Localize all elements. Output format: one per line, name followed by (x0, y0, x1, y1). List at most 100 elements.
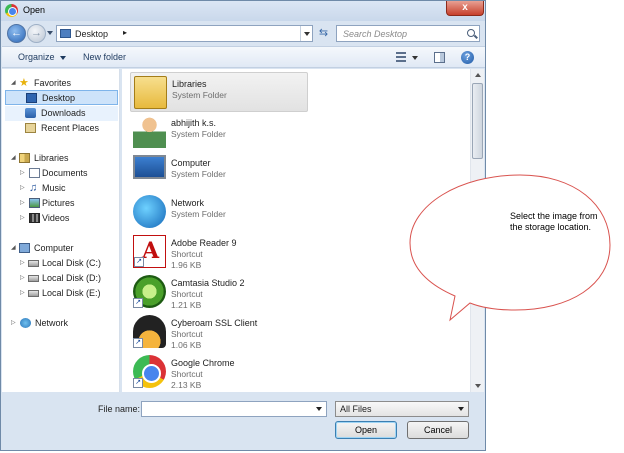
nav-label: Local Disk (E:) (42, 288, 101, 298)
file-size: 2.13 KB (171, 380, 202, 390)
hard-disk-icon (28, 275, 39, 282)
change-view-icon[interactable] (396, 52, 406, 62)
expand-arrow-icon[interactable]: ▷ (20, 289, 25, 296)
nav-item-recent-places[interactable]: Recent Places (2, 121, 120, 136)
file-item-camtasia[interactable]: ↗ Camtasia Studio 2 Shortcut 1.21 KB (130, 272, 308, 312)
nav-item-local-disk-e[interactable]: ▷ Local Disk (E:) (2, 286, 120, 301)
computer-icon (133, 155, 166, 179)
open-button[interactable]: Open (335, 421, 397, 439)
file-type: Shortcut (171, 289, 203, 299)
hard-disk-icon (28, 290, 39, 297)
expand-arrow-icon[interactable]: ▷ (20, 214, 25, 221)
expand-arrow-icon[interactable]: ▷ (11, 319, 16, 326)
star-icon: ★ (19, 77, 29, 89)
expand-arrow-icon[interactable]: ▷ (20, 274, 25, 281)
file-name-input[interactable] (141, 401, 327, 417)
back-button[interactable]: ← (7, 24, 26, 43)
nav-item-desktop[interactable]: Desktop (5, 90, 118, 105)
navigation-pane: ◢ ★ Favorites Desktop Downloads Recent P… (2, 69, 120, 392)
file-name: Adobe Reader 9 (171, 238, 237, 248)
expand-arrow-icon[interactable]: ▷ (20, 199, 25, 206)
desktop-icon (60, 29, 71, 38)
nav-item-local-disk-d[interactable]: ▷ Local Disk (D:) (2, 271, 120, 286)
downloads-icon (25, 108, 36, 118)
chrome-icon: ↗ (133, 355, 166, 388)
file-item-adobe-reader[interactable]: ↗ Adobe Reader 9 Shortcut 1.96 KB (130, 232, 308, 272)
file-name: Camtasia Studio 2 (171, 278, 245, 288)
nav-label: Local Disk (D:) (42, 273, 102, 283)
nav-group-favorites[interactable]: ◢ ★ Favorites (2, 76, 120, 91)
file-size: 1.06 KB (171, 340, 202, 350)
nav-label: Desktop (42, 93, 76, 103)
recent-locations-dropdown-icon[interactable] (47, 31, 53, 35)
help-icon[interactable]: ? (461, 51, 474, 64)
nav-label: Music (42, 183, 66, 193)
file-item-computer[interactable]: Computer System Folder (130, 152, 308, 192)
file-type-dropdown-icon[interactable] (458, 407, 464, 411)
expand-arrow-icon[interactable]: ▷ (20, 184, 25, 191)
cancel-button[interactable]: Cancel (407, 421, 469, 439)
nav-label: Network (35, 318, 69, 328)
file-type: System Folder (171, 129, 226, 139)
user-folder-icon (133, 115, 166, 148)
file-item-google-chrome[interactable]: ↗ Google Chrome Shortcut 2.13 KB (130, 352, 308, 392)
file-type: Shortcut (171, 329, 203, 339)
file-item-network[interactable]: Network System Folder (130, 192, 308, 232)
nav-item-downloads[interactable]: Downloads (5, 106, 118, 121)
search-icon[interactable] (467, 29, 475, 37)
address-path[interactable]: Desktop (75, 29, 108, 39)
file-type: System Folder (172, 90, 227, 100)
libraries-folder-icon (134, 76, 167, 109)
nav-label: Libraries (34, 153, 69, 163)
pictures-icon (29, 198, 40, 208)
scroll-thumb[interactable] (472, 83, 483, 159)
nav-item-local-disk-c[interactable]: ▷ Local Disk (C:) (2, 256, 120, 271)
file-item-cyberoam[interactable]: ↗ Cyberoam SSL Client Shortcut 1.06 KB (130, 312, 308, 352)
search-input[interactable]: Search Desktop (336, 25, 480, 42)
organize-button[interactable]: Organize (18, 52, 66, 62)
nav-item-pictures[interactable]: ▷ Pictures (2, 196, 120, 211)
nav-item-documents[interactable]: ▷ Documents (2, 166, 120, 181)
file-type: Shortcut (171, 369, 203, 379)
refresh-button[interactable]: ⇆ (315, 25, 332, 42)
file-name: Computer (171, 158, 211, 168)
screenshot-stage: Open x ← → Desktop ▸ ⇆ Search Desktop Or… (0, 0, 624, 453)
nav-group-computer[interactable]: ◢ Computer (2, 241, 120, 256)
adobe-reader-icon: ↗ (133, 235, 166, 268)
preview-pane-icon[interactable] (434, 52, 445, 63)
file-name: Network (171, 198, 205, 208)
new-folder-button[interactable]: New folder (83, 52, 126, 62)
command-toolbar: Organize New folder ? (2, 46, 485, 68)
shortcut-arrow-icon: ↗ (133, 378, 143, 388)
file-item-user[interactable]: abhijith k.s. System Folder (130, 112, 308, 152)
hard-disk-icon (28, 260, 39, 267)
address-bar[interactable]: Desktop ▸ (56, 25, 313, 42)
close-button[interactable]: x (446, 1, 484, 16)
scroll-up-icon[interactable] (471, 69, 484, 81)
collapse-arrow-icon[interactable]: ◢ (11, 154, 16, 161)
search-placeholder: Search Desktop (343, 29, 408, 39)
collapse-arrow-icon[interactable]: ◢ (11, 244, 16, 251)
nav-group-libraries[interactable]: ◢ Libraries (2, 151, 120, 166)
forward-button[interactable]: → (27, 24, 46, 43)
nav-item-music[interactable]: ▷ ♫ Music (2, 181, 120, 196)
scroll-down-icon[interactable] (471, 380, 484, 392)
file-name: Google Chrome (171, 358, 235, 368)
expand-arrow-icon[interactable]: ▷ (20, 169, 25, 176)
videos-icon (29, 213, 40, 223)
nav-item-videos[interactable]: ▷ Videos (2, 211, 120, 226)
file-type-select[interactable]: All Files (335, 401, 469, 417)
nav-label: Recent Places (41, 123, 100, 133)
view-options-dropdown-icon[interactable] (412, 56, 418, 60)
file-type: System Folder (171, 169, 226, 179)
nav-label: Local Disk (C:) (42, 258, 102, 268)
expand-arrow-icon[interactable]: ▷ (20, 259, 25, 266)
file-name-dropdown-icon[interactable] (316, 407, 322, 411)
nav-group-network[interactable]: ▷ Network (2, 316, 120, 331)
annotation-text: Select the image from the storage locati… (510, 211, 598, 232)
breadcrumb-chevron-icon[interactable]: ▸ (123, 28, 127, 37)
file-size: 1.96 KB (171, 260, 202, 270)
address-dropdown-icon[interactable] (300, 26, 312, 41)
file-item-libraries[interactable]: Libraries System Folder (130, 72, 308, 112)
collapse-arrow-icon[interactable]: ◢ (11, 79, 16, 86)
